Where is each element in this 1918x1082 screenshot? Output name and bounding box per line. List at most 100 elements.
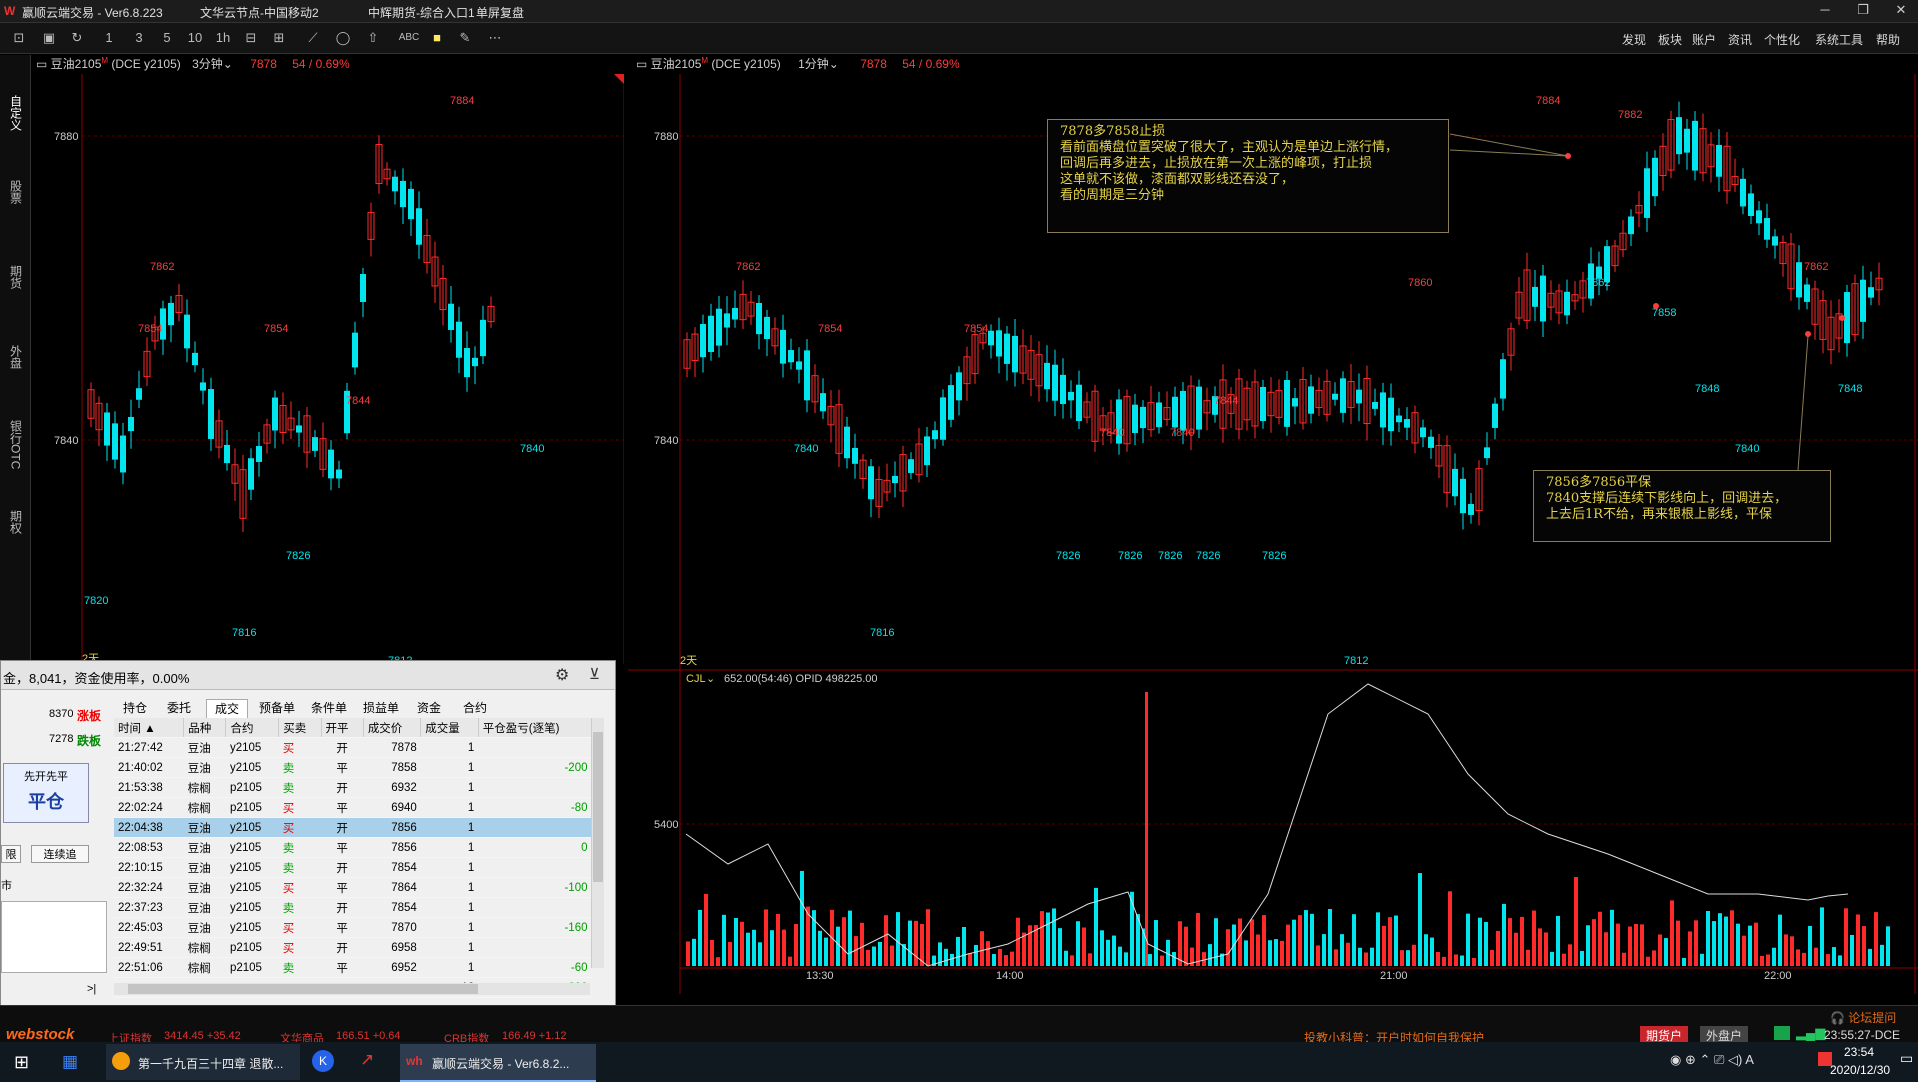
forum-link[interactable]: 🎧 论坛提问 xyxy=(1830,1009,1896,1026)
note-tool-icon[interactable]: ■ xyxy=(428,29,446,47)
close-icon[interactable]: ✕ xyxy=(1886,2,1916,20)
taskbar-app-trading[interactable]: wh 赢顺云端交易 - Ver6.8.2... xyxy=(400,1044,596,1082)
maximize-icon[interactable]: ❐ xyxy=(1848,2,1878,20)
taskbar-date[interactable]: 2020/12/30 xyxy=(1830,1063,1890,1077)
layout-5-icon[interactable]: 5 xyxy=(158,29,176,47)
column-header[interactable]: 买卖 xyxy=(278,718,322,738)
right-symbol[interactable]: 豆油2105 xyxy=(651,57,702,71)
server-node[interactable]: 文华云节点-中国移动2 xyxy=(200,4,319,21)
limit-button[interactable]: 限 xyxy=(1,845,21,863)
text-tool-icon[interactable]: ABC xyxy=(396,29,422,47)
menu-discover[interactable]: 发现 xyxy=(1622,31,1646,48)
chevron-down-icon[interactable]: ⌄ xyxy=(223,57,233,71)
pen-tool-icon[interactable]: ✎ xyxy=(456,29,474,47)
arrow-tool-icon[interactable]: ⇧ xyxy=(364,29,382,47)
column-header[interactable]: 品种 xyxy=(183,718,227,738)
table-row[interactable]: 22:45:03 豆油 y2105 买平 7870 1 -160 xyxy=(114,917,592,938)
menu-help[interactable]: 帮助 xyxy=(1876,31,1900,48)
table-row[interactable]: 22:02:24 棕榈 p2105 买平 6940 1 -80 xyxy=(114,797,592,818)
refresh-icon[interactable]: ↻ xyxy=(68,29,86,47)
table-row[interactable]: 22:04:38 豆油 y2105 买开 7856 1 xyxy=(114,817,592,838)
limit-up-label[interactable]: 涨板 xyxy=(77,707,101,724)
menu-sector[interactable]: 板块 xyxy=(1658,31,1682,48)
tab-trades[interactable]: 成交 xyxy=(206,699,248,718)
screenshot-icon[interactable]: ⊡ xyxy=(10,29,28,47)
side-tab-foreign[interactable]: 外盘 xyxy=(6,345,24,373)
column-header[interactable]: 平仓盈亏(逐笔) xyxy=(478,718,593,738)
table-row[interactable]: 21:53:38 棕榈 p2105 卖开 6932 1 xyxy=(114,777,592,798)
chase-button[interactable]: 连续追 xyxy=(31,845,89,863)
column-header[interactable]: 时间 ▲ xyxy=(114,718,185,738)
menu-account[interactable]: 账户 xyxy=(1692,31,1716,48)
side-tab-stocks[interactable]: 股票 xyxy=(6,180,24,208)
line-tool-icon[interactable]: ⟋ xyxy=(304,29,322,47)
scroll-thumb[interactable] xyxy=(593,732,603,882)
close-position-button[interactable]: 先开先平 平仓 xyxy=(3,763,89,823)
candle-body xyxy=(892,475,898,484)
side-tab-custom[interactable]: 自定义 xyxy=(6,95,24,135)
side-tab-futures[interactable]: 期货 xyxy=(6,265,24,293)
replay-mode[interactable]: 单屏复盘 xyxy=(476,4,524,21)
futures-entry[interactable]: 中辉期货-综合入口1 xyxy=(368,4,475,21)
table-row[interactable]: 21:27:42 豆油 y2105 买开 7878 1 xyxy=(114,737,592,758)
taskbar-app-browser[interactable]: 第一千九百三十四章 退散... xyxy=(106,1044,300,1080)
table-row[interactable]: 22:10:15 豆油 y2105 卖开 7854 1 xyxy=(114,857,592,878)
layout-1-icon[interactable]: 1 xyxy=(100,29,118,47)
order-notes-box[interactable] xyxy=(1,901,107,973)
menu-system-tools[interactable]: 系统工具 xyxy=(1815,31,1863,48)
table-row[interactable]: 22:08:53 豆油 y2105 卖平 7856 1 0 xyxy=(114,837,592,858)
column-header[interactable]: 成交量 xyxy=(420,718,479,738)
table-row[interactable]: 22:51:06 棕榈 p2105 卖平 6952 1 -60 xyxy=(114,957,592,978)
chevron-down-icon[interactable]: ⌄ xyxy=(829,57,839,71)
horizontal-scrollbar[interactable] xyxy=(114,983,590,995)
tab-orders[interactable]: 委托 xyxy=(161,699,197,717)
tab-contracts[interactable]: 合约 xyxy=(457,699,493,717)
annotation-note-1[interactable]: 7878多7858止损 看前面横盘位置突破了很大了，主观认为是单边上涨行情， 回… xyxy=(1047,119,1449,233)
more-icon[interactable]: ⋯ xyxy=(486,29,504,47)
right-period-select[interactable]: 1分钟 xyxy=(798,57,829,71)
tray-icons[interactable]: ◉ ⊕ ⌃ ⎚ ◁) A xyxy=(1670,1052,1754,1068)
notification-center-icon[interactable]: ▭ xyxy=(1900,1050,1913,1067)
layout-1h-icon[interactable]: 1h xyxy=(214,29,232,47)
layout-split-icon[interactable]: ⊟ xyxy=(242,29,260,47)
menu-personalize[interactable]: 个性化 xyxy=(1764,31,1800,48)
table-row[interactable]: 21:40:02 豆油 y2105 卖平 7858 1 -200 xyxy=(114,757,592,778)
tab-prepared[interactable]: 预备单 xyxy=(253,699,301,717)
table-row[interactable]: 22:49:51 棕榈 p2105 买开 6958 1 xyxy=(114,937,592,958)
side-tab-options[interactable]: 期权 xyxy=(6,510,24,538)
limit-down-label[interactable]: 跌板 xyxy=(77,732,101,749)
side-tab-bank-otc[interactable]: 银行OTC xyxy=(6,420,24,473)
tab-conditional[interactable]: 条件单 xyxy=(305,699,353,717)
nav-end-icon[interactable]: >| xyxy=(87,983,96,995)
save-icon[interactable]: ▣ xyxy=(40,29,58,47)
taskbar-time[interactable]: 23:54 xyxy=(1844,1045,1874,1059)
column-header[interactable]: 开平 xyxy=(321,718,364,738)
tab-stoploss[interactable]: 损益单 xyxy=(357,699,405,717)
table-row[interactable]: 22:37:23 豆油 y2105 卖开 7854 1 xyxy=(114,897,592,918)
column-header[interactable]: 成交价 xyxy=(363,718,422,738)
left-period-select[interactable]: 3分钟 xyxy=(192,57,223,71)
mode-label[interactable]: 先开先平 xyxy=(4,768,88,784)
collapse-icon[interactable]: ⊻ xyxy=(589,665,600,683)
trading-app-icon[interactable]: ↗ xyxy=(360,1050,374,1070)
table-cell: 22:04:38 xyxy=(114,817,184,838)
annotation-note-2[interactable]: 7856多7856平保 7840支撑后连续下影线向上，回调进去， 上去后1R不给… xyxy=(1533,470,1831,542)
column-header[interactable]: 合约 xyxy=(225,718,280,738)
minimize-icon[interactable]: ─ xyxy=(1810,2,1840,20)
layout-10-icon[interactable]: 10 xyxy=(186,29,204,47)
tab-positions[interactable]: 持仓 xyxy=(117,699,153,717)
scroll-thumb[interactable] xyxy=(128,984,478,994)
windows-start-icon[interactable]: ⊞ xyxy=(14,1052,29,1073)
vertical-scrollbar[interactable] xyxy=(591,718,604,968)
left-candlestick-chart[interactable]: 7880 7840 2天 7862 7854 7854 7844 7884 78… xyxy=(32,74,624,664)
layout-3-icon[interactable]: 3 xyxy=(130,29,148,47)
table-row[interactable]: 22:32:24 豆油 y2105 买平 7864 1 -100 xyxy=(114,877,592,898)
gear-icon[interactable]: ⚙ xyxy=(555,665,569,685)
left-symbol[interactable]: 豆油2105 xyxy=(51,57,102,71)
tab-funds[interactable]: 资金 xyxy=(411,699,447,717)
ellipse-tool-icon[interactable]: ◯ xyxy=(334,29,352,47)
file-explorer-icon[interactable]: ▦ xyxy=(62,1052,78,1072)
menu-news[interactable]: 资讯 xyxy=(1728,31,1752,48)
layout-grid-icon[interactable]: ⊞ xyxy=(270,29,288,47)
k-app-icon[interactable]: K xyxy=(312,1050,334,1072)
